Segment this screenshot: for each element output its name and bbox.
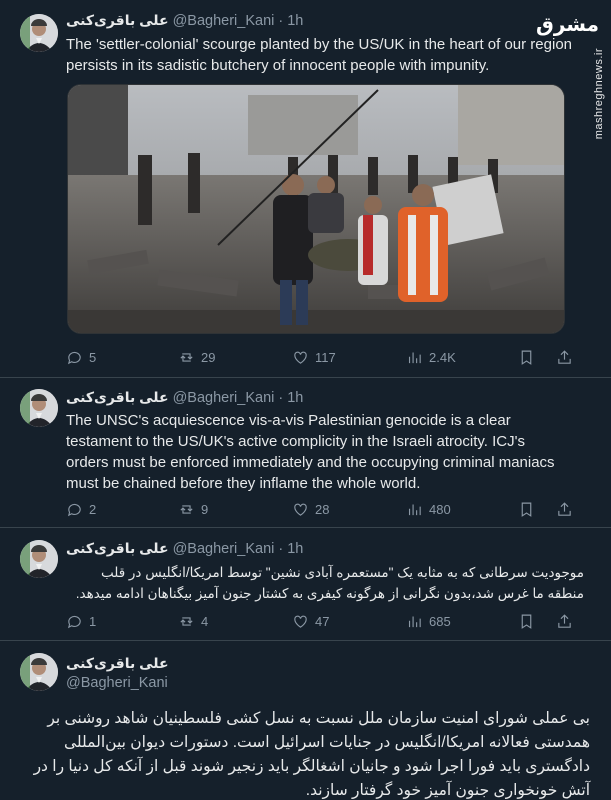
bookmark-icon [521,502,532,517]
share-icon [558,501,571,516]
views-icon [408,504,421,515]
bookmark-button[interactable] [518,501,535,518]
rubble-scene-image [68,85,564,333]
repost-button[interactable]: 29 [178,349,215,366]
reply-icon [67,615,81,628]
repost-count: 29 [201,349,216,365]
views-button[interactable]: 2.4K [406,349,456,366]
repost-button[interactable]: 4 [178,613,208,630]
tweet-header: علی باقری‌کنی @Bagheri_Kani · 1h [66,12,303,29]
repost-button[interactable]: 9 [178,501,208,518]
bookmark-icon [521,614,532,629]
like-button[interactable]: 28 [292,501,329,518]
repost-icon [180,504,193,514]
reply-button[interactable]: 5 [66,349,96,366]
tweet-header: علی باقری‌کنی @Bagheri_Kani · 1h [66,389,303,406]
repost-count: 4 [201,613,209,629]
share-button[interactable] [556,349,573,366]
timestamp[interactable]: 1h [287,541,303,557]
separator-dot: · [278,389,284,406]
tweet-actions: 2 9 28 480 [66,498,576,520]
author-name[interactable]: علی باقری‌کنی [66,540,169,557]
reply-count: 1 [89,613,97,629]
tweet-4-expanded[interactable]: علی باقری‌کنی @Bagheri_Kani بی عملی شورا… [0,641,611,800]
tweet-image[interactable] [67,84,565,334]
author-handle[interactable]: @Bagheri_Kani [173,541,275,557]
share-button[interactable] [556,613,573,630]
author-name[interactable]: علی باقری‌کنی [66,389,169,406]
tweet-text: The 'settler-colonial' scourge planted b… [66,36,573,74]
avatar[interactable] [20,653,58,691]
like-button[interactable]: 47 [292,613,329,630]
timestamp[interactable]: 1h [287,13,303,29]
like-count: 117 [315,349,336,365]
reply-icon [67,503,81,516]
bookmark-button[interactable] [518,613,535,630]
views-button[interactable]: 480 [406,501,451,518]
views-count: 480 [429,501,451,517]
separator-dot: · [278,540,284,557]
author-name[interactable]: علی باقری‌کنی [66,655,169,672]
tweet-text: موجودیت سرطانی که به مثابه یک "مستعمره آ… [75,565,584,601]
tweet-actions: 5 29 117 2.4K [66,346,576,368]
repost-count: 9 [201,501,209,517]
share-icon [558,349,571,364]
views-button[interactable]: 685 [406,613,451,630]
avatar[interactable] [20,540,58,578]
views-icon [408,616,421,627]
reply-icon [67,351,81,364]
tweet-1[interactable]: علی باقری‌کنی @Bagheri_Kani · 1h The 'se… [0,0,611,380]
tweet-header: علی باقری‌کنی @Bagheri_Kani · 1h [66,540,303,557]
share-icon [558,613,571,628]
author-handle[interactable]: @Bagheri_Kani [173,390,275,406]
author-name[interactable]: علی باقری‌کنی [66,12,169,29]
reply-button[interactable]: 1 [66,613,96,630]
reply-count: 2 [89,501,97,517]
views-count: 2.4K [429,349,456,365]
heart-icon [294,503,307,516]
tweet-actions: 1 4 47 685 [66,610,576,632]
repost-icon [180,352,193,362]
bookmark-button[interactable] [518,349,535,366]
tweet-text: بی عملی شورای امنیت سازمان ملل نسبت به ن… [33,710,590,799]
like-count: 28 [315,501,330,517]
author-handle[interactable]: @Bagheri_Kani [66,675,168,691]
separator-dot: · [278,12,284,29]
heart-icon [294,615,307,628]
avatar[interactable] [20,14,58,52]
like-count: 47 [315,613,330,629]
tweet-text: The UNSC's acquiescence vis-a-vis Palest… [66,412,555,492]
repost-icon [180,616,193,626]
author-handle[interactable]: @Bagheri_Kani [173,13,275,29]
avatar[interactable] [20,389,58,427]
timestamp[interactable]: 1h [287,390,303,406]
share-button[interactable] [556,501,573,518]
bookmark-icon [521,350,532,365]
reply-count: 5 [89,349,97,365]
heart-icon [294,351,307,364]
like-button[interactable]: 117 [292,349,336,366]
views-count: 685 [429,613,451,629]
views-icon [408,352,421,363]
tweet-3[interactable]: علی باقری‌کنی @Bagheri_Kani · 1h موجودیت… [0,528,611,640]
tweet-2[interactable]: علی باقری‌کنی @Bagheri_Kani · 1h The UNS… [0,378,611,526]
reply-button[interactable]: 2 [66,501,96,518]
